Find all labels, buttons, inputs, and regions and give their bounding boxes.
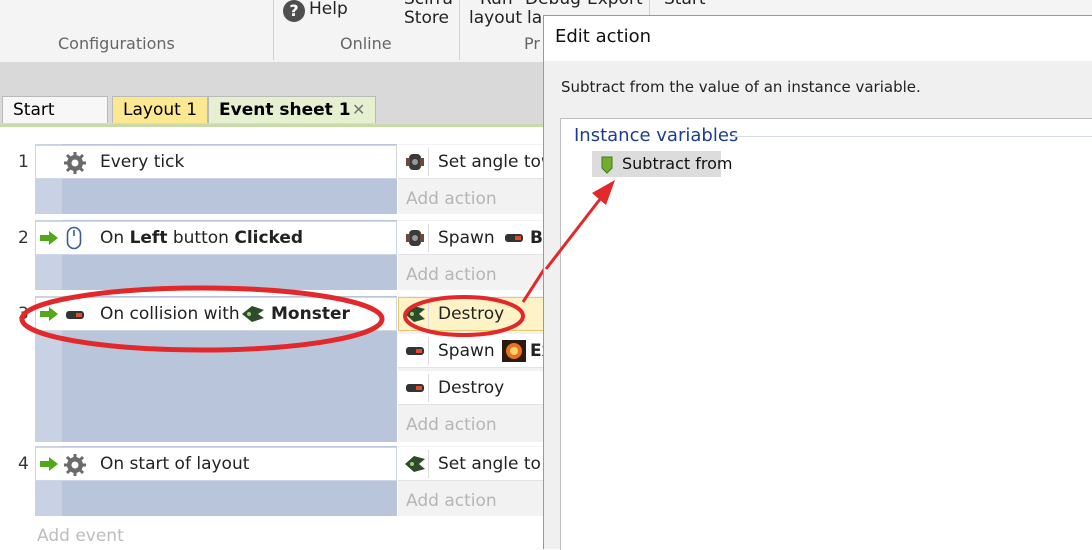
action-separator xyxy=(428,224,429,252)
green-arrow-icon xyxy=(40,307,58,321)
start-label-line1: Start xyxy=(664,0,706,9)
bullet-icon xyxy=(406,347,424,355)
annotation-arrowhead xyxy=(592,180,615,205)
run-label-line2: layout xyxy=(469,8,523,28)
add-action-link[interactable]: Add action xyxy=(406,484,497,518)
ribbon-group-online-label: Online xyxy=(340,34,392,53)
tab-layout-1[interactable]: Layout 1 xyxy=(112,96,208,123)
add-event-link[interactable]: Add event xyxy=(37,526,124,546)
group-heading-instance-variables[interactable]: Instance variables xyxy=(574,125,738,146)
action-list[interactable]: Instance variables Subtract from xyxy=(560,118,1092,550)
explosion-icon xyxy=(502,340,526,362)
run-layout-button[interactable]: Run layout xyxy=(468,0,523,30)
action-separator xyxy=(428,337,429,365)
action-separator xyxy=(428,374,429,402)
player-sprite-icon xyxy=(406,230,424,246)
action-text: Spawn xyxy=(438,341,495,361)
action-text-main: Set angle to xyxy=(438,454,541,474)
monster-icon xyxy=(405,456,425,472)
action-text: Destroy xyxy=(438,378,505,398)
instance-variable-icon xyxy=(601,156,613,174)
add-action-link[interactable]: Add action xyxy=(406,182,497,216)
export-label-line1: Export xyxy=(587,0,643,9)
dialog-title: Edit action xyxy=(555,26,651,47)
gear-icon xyxy=(64,454,86,476)
ribbon-separator xyxy=(459,0,460,60)
tab-layout-1-label: Layout 1 xyxy=(123,100,198,120)
condition-text-middle: button xyxy=(167,228,235,248)
condition-text: On start of layout xyxy=(100,454,250,474)
help-label: Help xyxy=(309,0,348,19)
tab-start-page[interactable]: Start page xyxy=(2,96,108,147)
annotation-arrow xyxy=(544,180,615,270)
dialog-title-bar: Edit action xyxy=(544,16,1092,61)
tab-event-sheet-1[interactable]: Event sheet 1 xyxy=(208,96,376,123)
green-arrow-icon xyxy=(40,457,58,471)
gear-icon xyxy=(64,152,86,174)
condition-text-bold: Left xyxy=(129,228,168,248)
mouse-icon xyxy=(66,226,82,250)
store-button[interactable]: Scirra Store xyxy=(402,0,453,30)
event-number: 3 xyxy=(18,304,29,324)
monster-icon xyxy=(405,306,425,322)
player-sprite-icon xyxy=(406,154,424,170)
action-text: Set angle to r xyxy=(438,447,553,481)
event-number: 2 xyxy=(18,228,29,248)
condition-text: On collision with xyxy=(100,304,240,324)
bullet-icon xyxy=(66,311,84,319)
ribbon-group-preview-label: Pr xyxy=(524,34,540,53)
group-heading-rule xyxy=(731,136,1092,137)
action-text: Set angle tow xyxy=(438,152,555,172)
store-label-line2: Store xyxy=(404,8,449,28)
monster-icon xyxy=(242,306,264,322)
condition-text-prefix: On xyxy=(100,228,130,248)
bullet-icon xyxy=(505,234,523,242)
condition-row[interactable] xyxy=(35,145,397,179)
debug-label-line2: la xyxy=(527,8,543,28)
condition-text-bold: Clicked xyxy=(234,228,304,248)
condition-object-text: Monster xyxy=(271,304,350,324)
action-target-text: B xyxy=(530,228,543,248)
add-action-link[interactable]: Add action xyxy=(406,258,497,292)
event-number: 4 xyxy=(18,454,29,474)
help-button[interactable]: ? Help xyxy=(283,0,363,24)
edit-action-dialog: Edit action Subtract from the value of a… xyxy=(543,15,1092,550)
ribbon-separator xyxy=(273,0,274,60)
action-separator xyxy=(428,148,429,176)
green-arrow-icon xyxy=(40,231,58,245)
add-action-link[interactable]: Add action xyxy=(406,408,497,442)
bullet-icon xyxy=(406,384,424,392)
list-item-subtract-from[interactable]: Subtract from xyxy=(592,151,733,177)
action-separator xyxy=(428,300,429,328)
action-separator xyxy=(428,450,429,478)
list-item-label: Subtract from xyxy=(622,154,733,173)
action-text: Spawn xyxy=(438,228,495,248)
annotation-arrow-line xyxy=(544,193,606,270)
dialog-description: Subtract from the value of an instance v… xyxy=(561,78,921,96)
help-icon: ? xyxy=(283,0,305,22)
event-number: 1 xyxy=(18,152,29,172)
tab-event-sheet-1-label: Event sheet 1 xyxy=(219,100,351,120)
action-text: Destroy xyxy=(438,304,505,324)
tab-close-icon[interactable]: ✕ xyxy=(352,96,365,123)
condition-text: On Left button Clicked xyxy=(100,221,303,255)
ribbon-group-configurations-label: Configurations xyxy=(58,34,175,53)
condition-text: Every tick xyxy=(100,152,185,172)
